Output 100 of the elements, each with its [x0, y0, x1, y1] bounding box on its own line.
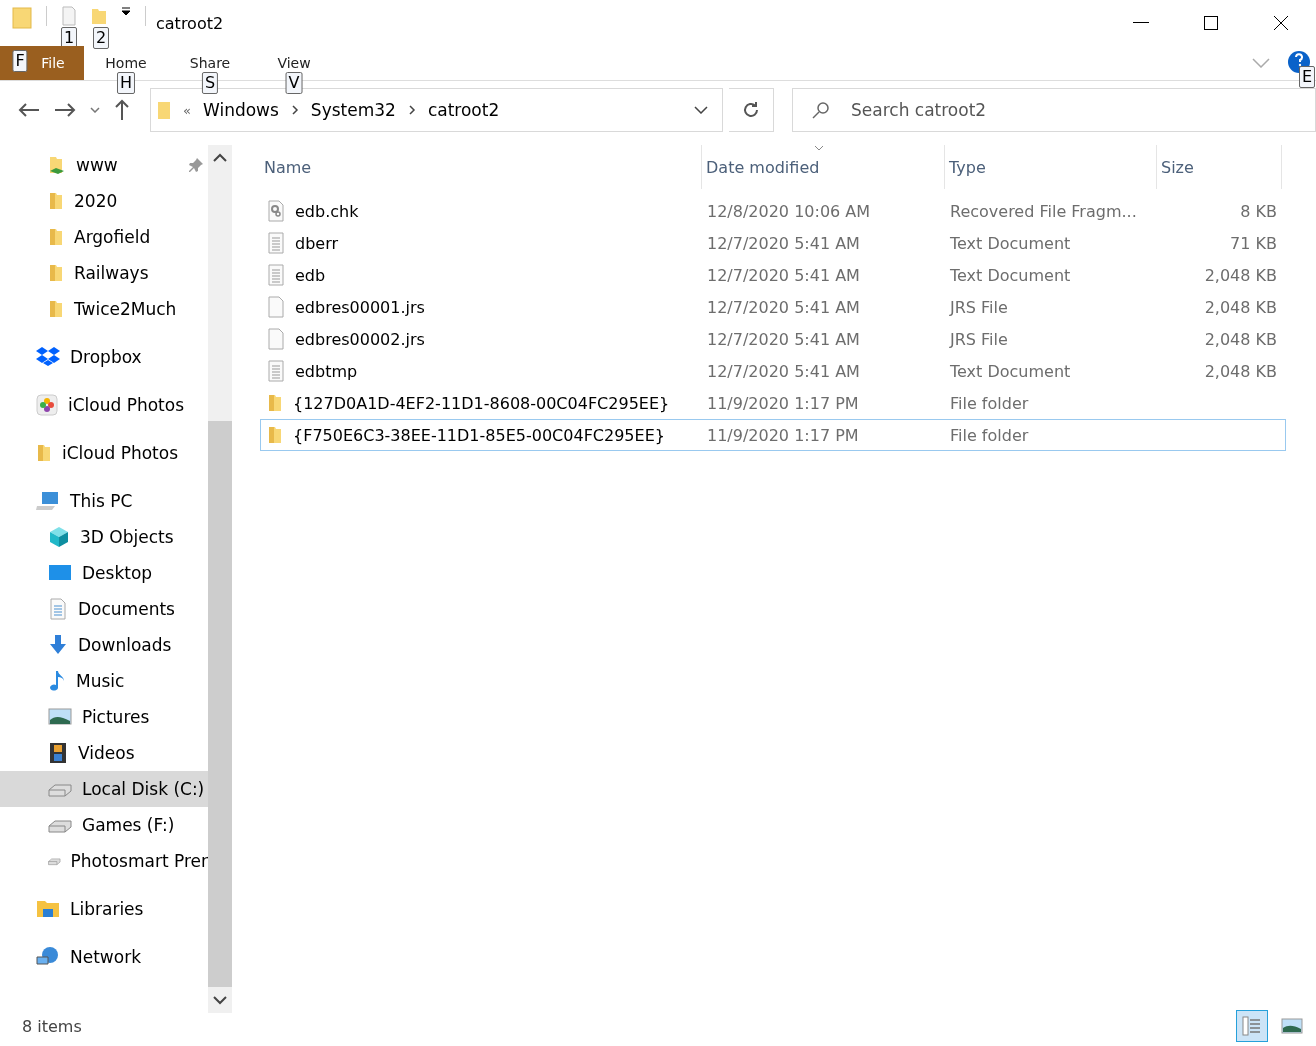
- sidebar-label: Network: [70, 947, 141, 967]
- film-icon: [48, 742, 68, 764]
- details-view-button[interactable]: [1236, 1010, 1268, 1042]
- sidebar-item[interactable]: Music: [0, 663, 208, 699]
- sidebar-item[interactable]: Argofield: [0, 219, 208, 255]
- cube-icon: [48, 526, 70, 548]
- keytip: 2: [93, 27, 110, 49]
- file-row[interactable]: edbres00002.jrs 12/7/2020 5:41 AM JRS File 2,048 KB: [260, 323, 1286, 355]
- sidebar-item[interactable]: Documents: [0, 591, 208, 627]
- sidebar-label: Games (F:): [82, 815, 175, 835]
- sidebar-label: 2020: [74, 191, 118, 211]
- sidebar-item[interactable]: Games (F:): [0, 807, 208, 843]
- sidebar-item[interactable]: iCloud Photos: [0, 435, 208, 471]
- folder-icon: [36, 443, 52, 463]
- sidebar-label: Twice2Much: [74, 299, 177, 319]
- sidebar-label: Desktop: [82, 563, 153, 583]
- blank-file-icon: [267, 296, 285, 318]
- sort-icon: [814, 145, 824, 151]
- refresh-icon: [742, 101, 761, 119]
- sidebar-item[interactable]: Videos: [0, 735, 208, 771]
- dropdown-icon[interactable]: [694, 106, 709, 114]
- maximize-icon: [1203, 15, 1219, 31]
- caret-icon: [90, 107, 100, 113]
- sidebar-label: 3D Objects: [80, 527, 174, 547]
- folder-icon: [12, 6, 32, 30]
- file-name: edb.chk: [295, 201, 359, 221]
- landscape-icon: [1281, 1018, 1303, 1034]
- sidebar-item[interactable]: Dropbox: [0, 339, 208, 375]
- column-header[interactable]: Name: [260, 145, 702, 189]
- sidebar-item[interactable]: Twice2Much: [0, 291, 208, 327]
- table-cell-text: 2,048 KB: [1203, 361, 1278, 381]
- sidebar-item[interactable]: This PC: [0, 483, 208, 519]
- file-row[interactable]: {127D0A1D-4EF2-11D1-8608-00C04FC295EE} 11/9/2020 1:17 PM File folder: [260, 387, 1286, 419]
- sidebar-item[interactable]: Local Disk (C:): [0, 771, 208, 807]
- folder-icon: [267, 393, 283, 413]
- table-cell-text: 2,048 KB: [1203, 329, 1278, 349]
- window-title: catroot2: [156, 13, 224, 33]
- table-cell-text: 12/8/2020 10:06 AM: [706, 201, 872, 221]
- column-header[interactable]: Date modified: [702, 145, 945, 189]
- file-row[interactable]: {F750E6C3-38EE-11D1-85E5-00C04FC295EE} 11/9/2020 1:17 PM File folder: [260, 419, 1286, 451]
- sidebar-label: Pictures: [82, 707, 150, 727]
- refresh-button[interactable]: [729, 88, 774, 132]
- sidebar-item[interactable]: 3D Objects: [0, 519, 208, 555]
- sidebar-label: Music: [76, 671, 125, 691]
- table-cell-text: 2,048 KB: [1203, 265, 1278, 285]
- desktop-icon: [48, 564, 72, 582]
- sidebar-item[interactable]: Railways: [0, 255, 208, 291]
- sidebar-item[interactable]: Network: [0, 939, 208, 975]
- library-icon: [36, 899, 60, 919]
- table-cell-text: 12/7/2020 5:41 AM: [706, 329, 861, 349]
- keytip: V: [285, 72, 303, 94]
- sidebar-item[interactable]: Libraries: [0, 891, 208, 927]
- search-field[interactable]: Search catroot2: [792, 88, 1316, 132]
- sidebar-item[interactable]: Desktop: [0, 555, 208, 591]
- sidebar-label: Local Disk (C:): [82, 779, 205, 799]
- file-row[interactable]: edb 12/7/2020 5:41 AM Text Document 2,048 KB: [260, 259, 1286, 291]
- column-header[interactable]: Size: [1157, 145, 1282, 189]
- sidebar-item[interactable]: Downloads: [0, 627, 208, 663]
- computer-icon: [36, 491, 60, 511]
- file-row[interactable]: dberr 12/7/2020 5:41 AM Text Document 71 KB: [260, 227, 1286, 259]
- breadcrumb[interactable]: System32: [310, 100, 396, 120]
- scroll-down-icon[interactable]: [213, 995, 227, 1005]
- table-cell-text: 12/7/2020 5:41 AM: [706, 361, 861, 381]
- file-row[interactable]: edbtmp 12/7/2020 5:41 AM Text Document 2,048 KB: [260, 355, 1286, 387]
- sidebar-item[interactable]: www: [0, 147, 208, 183]
- chevron-icon[interactable]: [290, 105, 299, 115]
- download-icon: [48, 634, 68, 656]
- music-note-icon: [48, 670, 66, 692]
- scrollbar[interactable]: [208, 145, 232, 1013]
- keytip: H: [117, 72, 135, 94]
- dropdown-icon[interactable]: [121, 6, 131, 16]
- chevron-icon[interactable]: [407, 105, 416, 115]
- file-name: dberr: [295, 233, 339, 253]
- file-row[interactable]: edbres00001.jrs 12/7/2020 5:41 AM JRS File 2,048 KB: [260, 291, 1286, 323]
- text-file-icon: [267, 360, 285, 382]
- column-header[interactable]: Type: [945, 145, 1157, 189]
- sidebar-label: Argofield: [74, 227, 151, 247]
- file-row[interactable]: edb.chk 12/8/2020 10:06 AM Recovered File Fragm... 8 KB: [260, 195, 1286, 227]
- sidebar-item[interactable]: 2020: [0, 183, 208, 219]
- item-count: 8 items: [22, 1016, 82, 1036]
- sidebar-item[interactable]: Photosmart Prer: [0, 843, 208, 879]
- file-name: {127D0A1D-4EF2-11D1-8608-00C04FC295EE}: [293, 393, 670, 413]
- sidebar-item[interactable]: Pictures: [0, 699, 208, 735]
- address-bar[interactable]: « Windows System32 catroot2: [150, 88, 724, 132]
- folder-icon: [48, 191, 64, 211]
- list-icon: [1241, 1015, 1263, 1037]
- question-mark-icon: [1294, 53, 1304, 67]
- text-file-icon: [267, 232, 285, 254]
- sidebar-label: Dropbox: [70, 347, 142, 367]
- overflow-chevron[interactable]: «: [183, 102, 191, 118]
- sidebar-label: Railways: [74, 263, 149, 283]
- scroll-up-icon[interactable]: [213, 153, 227, 163]
- file-name: {F750E6C3-38EE-11D1-85E5-00C04FC295EE}: [293, 425, 665, 445]
- sidebar-label: Downloads: [78, 635, 172, 655]
- table-cell-text: 12/7/2020 5:41 AM: [706, 297, 861, 317]
- breadcrumb[interactable]: Windows: [202, 100, 279, 120]
- folder-icon: [157, 100, 171, 120]
- sidebar-item[interactable]: iCloud Photos: [0, 387, 208, 423]
- table-cell-text: JRS File: [948, 329, 1009, 349]
- breadcrumb[interactable]: catroot2: [427, 100, 500, 120]
